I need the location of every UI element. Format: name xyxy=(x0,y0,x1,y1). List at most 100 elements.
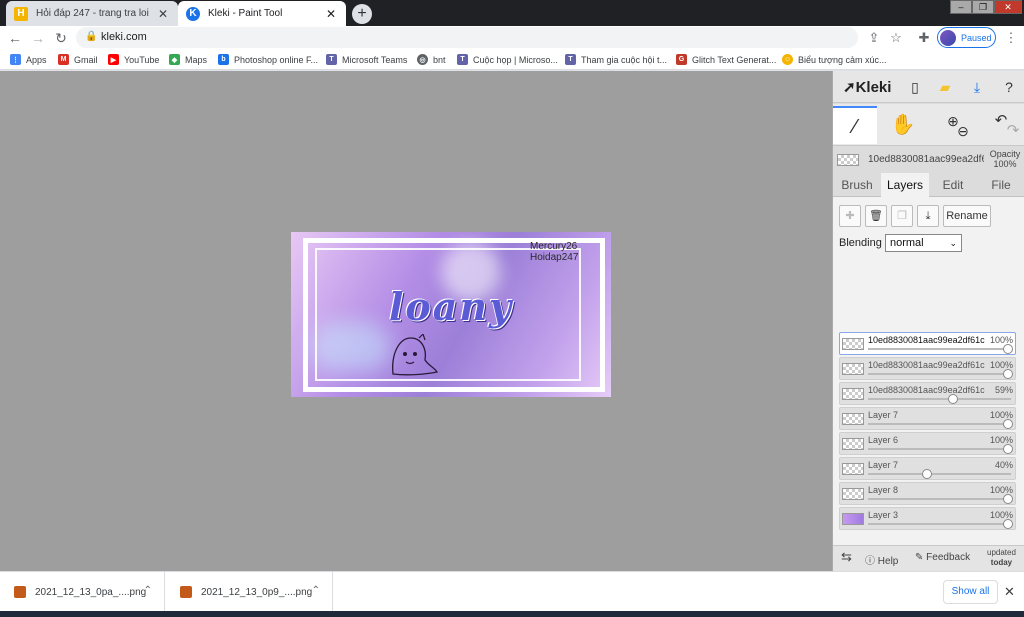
opacity-slider-handle[interactable] xyxy=(1003,419,1013,429)
opacity-slider-handle[interactable] xyxy=(947,394,958,404)
tab-file[interactable]: File xyxy=(977,173,1024,197)
bookmark-maps[interactable]: ◆ Maps xyxy=(169,52,207,67)
new-image-icon[interactable]: ▯ xyxy=(905,77,925,97)
close-tab-icon[interactable]: ✕ xyxy=(156,7,170,21)
opacity-slider-track[interactable] xyxy=(868,423,1011,425)
back-arrow-icon[interactable]: ← xyxy=(6,29,24,47)
gmail-icon: M xyxy=(58,54,69,65)
bookmark-bnt[interactable]: ◎ bnt xyxy=(417,52,446,67)
show-all-button[interactable]: Show all xyxy=(943,580,998,604)
minimize-window-icon[interactable]: – xyxy=(950,0,972,14)
opacity-slider-handle[interactable] xyxy=(1003,444,1013,454)
url-text: kleki.com xyxy=(101,31,147,43)
close-window-icon[interactable]: ✕ xyxy=(994,0,1022,14)
layer-opacity: 59% xyxy=(994,385,1013,395)
merge-down-icon[interactable]: ⤓ xyxy=(917,205,939,227)
duplicate-layer-icon[interactable]: ❐ xyxy=(891,205,913,227)
bookmark-photoshop[interactable]: b Photoshop online F... xyxy=(218,52,318,67)
layer-opacity: 40% xyxy=(994,460,1013,470)
open-folder-icon[interactable]: ▰ xyxy=(935,77,955,97)
close-tab-icon[interactable]: ✕ xyxy=(324,7,338,21)
tab-brush[interactable]: Brush xyxy=(833,173,881,197)
opacity-slider-track[interactable] xyxy=(868,498,1011,500)
opacity-slider-track[interactable] xyxy=(868,523,1011,525)
layer-row[interactable]: Layer 7 40% xyxy=(839,457,1016,480)
layer-row[interactable]: 10ed8830081aac99ea2df61c 100% xyxy=(839,357,1016,380)
layer-row[interactable]: 10ed8830081aac99ea2df61c 100% xyxy=(839,332,1016,355)
layer-thumbnail xyxy=(842,363,864,375)
updated-note: updated today xyxy=(987,548,1016,567)
opacity-slider-handle[interactable] xyxy=(1003,494,1013,504)
glitch-icon: G xyxy=(676,54,687,65)
opacity-slider-handle[interactable] xyxy=(1003,344,1013,354)
bookmark-teams[interactable]: T Microsoft Teams xyxy=(326,52,407,67)
reload-icon[interactable]: ↻ xyxy=(52,29,70,47)
layer-row[interactable]: Layer 3 100% xyxy=(839,507,1016,530)
opacity-slider-track[interactable] xyxy=(868,448,1011,450)
tab-title: Hỏi đáp 247 - trang tra loi xyxy=(36,8,149,19)
tab-layers[interactable]: Layers xyxy=(881,173,929,197)
chevron-up-icon[interactable]: ⌃ xyxy=(312,585,320,596)
download-item[interactable]: 2021_12_13_0p9_....png ⌃ xyxy=(166,572,333,612)
tab-edit[interactable]: Edit xyxy=(929,173,977,197)
opacity-slider-track[interactable] xyxy=(868,473,1011,475)
tab-hoidap[interactable]: H Hỏi đáp 247 - trang tra loi ✕ xyxy=(6,1,178,26)
kleki-favicon-icon: K xyxy=(186,6,200,21)
bookmark-apps[interactable]: ⋮ Apps xyxy=(10,52,47,67)
opacity-slider-track[interactable] xyxy=(868,398,1011,400)
opacity-readout: Opacity 100% xyxy=(989,149,1021,169)
menu-kebab-icon[interactable]: ⋮ xyxy=(1003,30,1019,46)
tab-kleki[interactable]: K Kleki - Paint Tool ✕ xyxy=(178,1,346,26)
profile-button[interactable]: Paused xyxy=(937,27,996,48)
share-icon[interactable]: ⇪ xyxy=(866,30,882,46)
bookmark-tham-gia[interactable]: T Tham gia cuộc hội t... xyxy=(565,52,667,67)
forward-arrow-icon[interactable]: → xyxy=(29,29,47,47)
opacity-slider-handle[interactable] xyxy=(922,469,932,479)
layer-row[interactable]: Layer 7 100% xyxy=(839,407,1016,430)
chevron-up-icon[interactable]: ⌃ xyxy=(144,585,152,596)
help-circle-icon[interactable]: ? xyxy=(999,77,1019,97)
drawing-canvas[interactable]: Mercury26 Hoidap247 loany xyxy=(291,232,611,397)
download-icon[interactable]: ⤓ xyxy=(967,77,987,97)
panel-tabs: Brush Layers Edit File xyxy=(833,173,1024,197)
new-tab-button[interactable]: + xyxy=(352,4,372,24)
restore-window-icon[interactable]: ❐ xyxy=(972,0,994,14)
blending-select[interactable]: normal ⌄ xyxy=(885,234,962,252)
extensions-puzzle-icon[interactable]: ✚ xyxy=(916,30,932,46)
delete-layer-icon[interactable]: 🗑 xyxy=(865,205,887,227)
hand-tool-icon[interactable]: ✋ xyxy=(881,106,925,144)
download-filename: 2021_12_13_0pa_....png xyxy=(35,586,147,598)
layer-thumbnail xyxy=(842,488,864,500)
swap-arrows-icon[interactable]: ⇆ xyxy=(841,549,852,565)
bookmark-cuoc-hop[interactable]: T Cuộc họp | Microso... xyxy=(457,52,558,67)
panel-header: ➚Kleki ▯ ▰ ⤓ ? xyxy=(833,71,1024,103)
emoji-icon: ☺ xyxy=(782,54,793,65)
bookmark-star-icon[interactable]: ☆ xyxy=(888,30,904,46)
opacity-slider-handle[interactable] xyxy=(1003,519,1013,529)
bookmark-youtube[interactable]: ▶ YouTube xyxy=(108,52,159,67)
tab-title: Kleki - Paint Tool xyxy=(208,8,283,19)
opacity-slider-track[interactable] xyxy=(868,373,1011,375)
bookmark-glitch[interactable]: G Glitch Text Generat... xyxy=(676,52,776,67)
kleki-logo: ➚Kleki xyxy=(843,79,892,96)
opacity-slider-handle[interactable] xyxy=(1003,369,1013,379)
close-icon[interactable]: ✕ xyxy=(1004,584,1015,600)
layer-row[interactable]: Layer 8 100% xyxy=(839,482,1016,505)
help-link[interactable]: ⓘ Help xyxy=(865,552,898,567)
image-file-icon xyxy=(180,586,192,598)
tool-bar: ⁄ ✋ ⊕ ⊖ ↶ ↷ xyxy=(833,104,1024,146)
canvas-signature: Mercury26 Hoidap247 xyxy=(530,241,578,263)
download-item[interactable]: 2021_12_13_0pa_....png ⌃ xyxy=(0,572,165,612)
layer-name: 10ed8830081aac99ea2df61c xyxy=(868,335,985,345)
layer-row[interactable]: Layer 6 100% xyxy=(839,432,1016,455)
rename-button[interactable]: Rename xyxy=(943,205,991,227)
brush-tool-icon[interactable]: ⁄ xyxy=(833,106,877,144)
feedback-link[interactable]: ✎ Feedback xyxy=(915,552,970,563)
bookmark-emoji[interactable]: ☺ Biểu tượng cảm xúc... xyxy=(782,52,886,67)
canvas-workspace[interactable]: Mercury26 Hoidap247 loany xyxy=(0,71,832,571)
opacity-slider-track[interactable] xyxy=(868,348,1011,350)
address-bar[interactable]: 🔒 kleki.com xyxy=(76,27,858,48)
add-layer-icon[interactable]: ✚ xyxy=(839,205,861,227)
layer-row[interactable]: 10ed8830081aac99ea2df61c 59% xyxy=(839,382,1016,405)
bookmark-gmail[interactable]: M Gmail xyxy=(58,52,98,67)
